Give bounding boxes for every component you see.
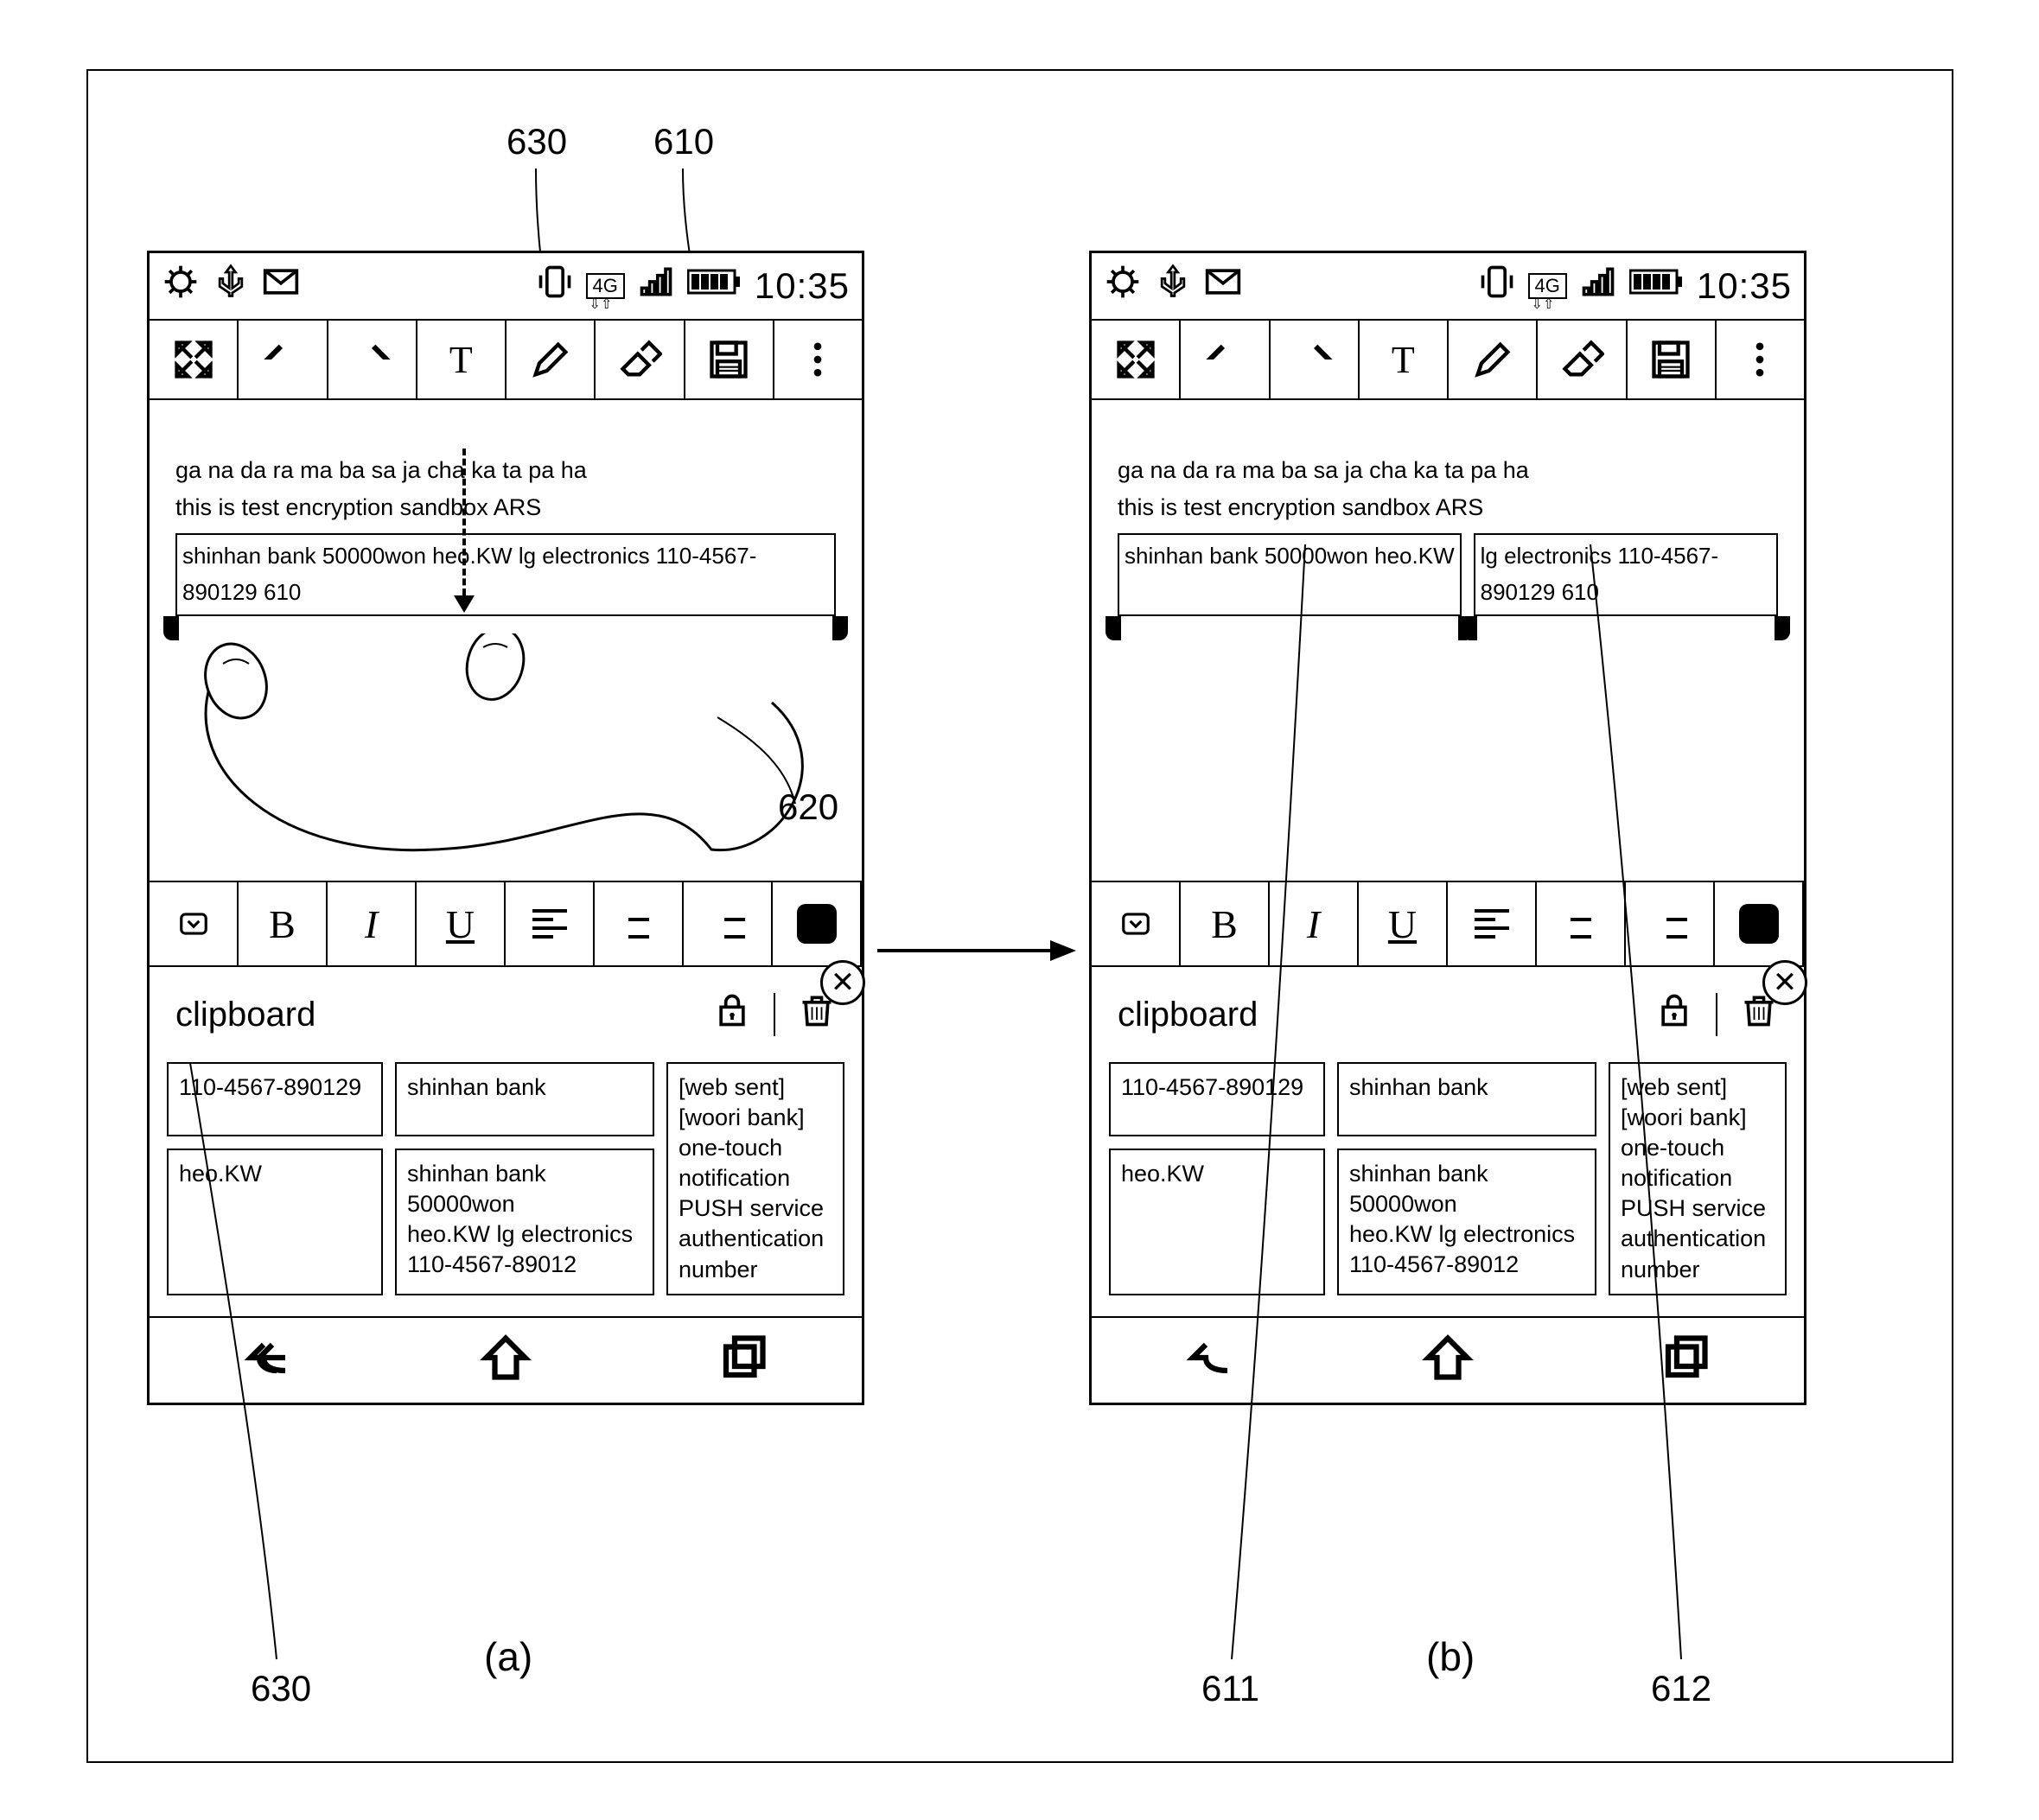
figure-label-a: (a) xyxy=(484,1633,532,1680)
usb-icon xyxy=(1154,263,1192,309)
clock: 10:35 xyxy=(1697,265,1792,307)
usb-icon xyxy=(212,263,250,309)
clock: 10:35 xyxy=(755,265,850,307)
clip-item[interactable]: [web sent] [woori bank] one-touch notifi… xyxy=(666,1062,844,1295)
leader-620 xyxy=(709,709,847,830)
dropdown-button[interactable] xyxy=(150,882,239,965)
save-button[interactable] xyxy=(685,321,774,398)
mail-icon xyxy=(262,263,300,309)
text-line-2: this is test encryption sandbox ARS xyxy=(175,489,836,526)
selection-handle-right[interactable] xyxy=(832,616,848,640)
lock-icon[interactable] xyxy=(713,991,751,1038)
save-button[interactable] xyxy=(1628,321,1717,398)
debug-icon xyxy=(1104,263,1142,309)
transition-arrow xyxy=(877,933,1076,968)
recent-apps-button[interactable] xyxy=(717,1332,769,1388)
align-left-button[interactable] xyxy=(506,882,595,965)
eraser-button[interactable] xyxy=(596,321,685,398)
expand-button[interactable] xyxy=(150,321,239,398)
italic-button[interactable]: I xyxy=(328,882,417,965)
home-button[interactable] xyxy=(480,1332,532,1388)
status-bar: 4G ⇩⇧ 10:35 xyxy=(150,253,862,319)
vibrate-icon xyxy=(1478,263,1516,309)
network-4g-icon: 4G ⇩⇧ xyxy=(586,273,625,299)
battery-icon xyxy=(1629,267,1685,305)
close-format-button[interactable]: ✕ xyxy=(820,960,865,1005)
text-line-1: ga na da ra ma ba sa ja cha ka ta pa ha xyxy=(1118,452,1778,489)
clip-item[interactable]: shinhan bank xyxy=(395,1062,654,1136)
edit-toolbar: T xyxy=(150,319,862,400)
leader-611-612 xyxy=(1089,519,1867,1677)
align-right-button[interactable] xyxy=(684,882,773,965)
network-4g-icon: 4G⇩⇧ xyxy=(1528,273,1567,299)
underline-button[interactable]: U xyxy=(417,882,506,965)
more-button[interactable] xyxy=(774,321,862,398)
color-button[interactable] xyxy=(773,882,862,965)
text-tool-button[interactable]: T xyxy=(417,321,507,398)
more-button[interactable] xyxy=(1717,321,1804,398)
split-caret-line xyxy=(462,449,466,595)
debug-icon xyxy=(162,263,200,309)
format-toolbar: B I U ✕ xyxy=(150,881,862,965)
signal-icon xyxy=(637,263,675,309)
status-bar: 4G⇩⇧ 10:35 xyxy=(1092,253,1804,319)
highlighter-button[interactable] xyxy=(1449,321,1538,398)
mail-icon xyxy=(1204,263,1242,309)
align-center-button[interactable] xyxy=(595,882,684,965)
redo-button[interactable] xyxy=(328,321,417,398)
eraser-button[interactable] xyxy=(1538,321,1627,398)
expand-button[interactable] xyxy=(1092,321,1181,398)
text-line-1: ga na da ra ma ba sa ja cha ka ta pa ha xyxy=(175,452,836,489)
highlighter-button[interactable] xyxy=(507,321,596,398)
battery-icon xyxy=(687,267,742,305)
selection-handle-left[interactable] xyxy=(163,616,179,640)
split-caret-arrow xyxy=(454,595,475,613)
undo-button[interactable] xyxy=(239,321,328,398)
bold-button[interactable]: B xyxy=(239,882,328,965)
vibrate-icon xyxy=(536,263,574,309)
text-tool-button[interactable]: T xyxy=(1360,321,1449,398)
divider xyxy=(774,993,775,1036)
undo-button[interactable] xyxy=(1181,321,1270,398)
signal-icon xyxy=(1579,263,1617,309)
leader-630-bottom xyxy=(173,1054,432,1677)
selected-text-610[interactable]: shinhan bank 50000won heo.KW lg electron… xyxy=(175,533,836,615)
edit-toolbar: T xyxy=(1092,319,1804,400)
redo-button[interactable] xyxy=(1271,321,1360,398)
clip-item[interactable]: shinhan bank 50000won heo.KW lg electron… xyxy=(395,1149,654,1295)
clipboard-title: clipboard xyxy=(175,996,315,1034)
